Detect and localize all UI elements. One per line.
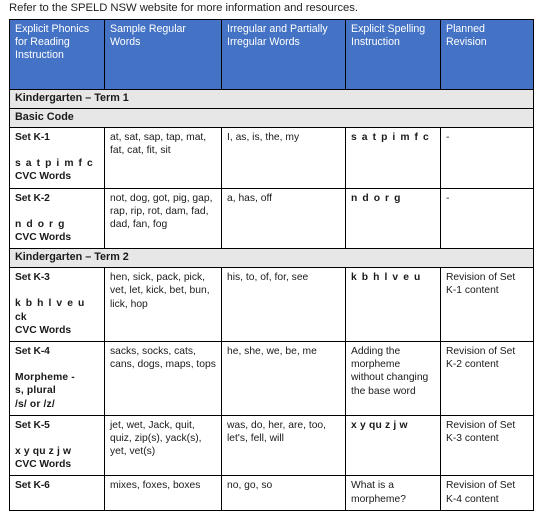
section-term-band: Kindergarten – Term 2 <box>9 248 534 269</box>
cell-explicit-spelling: n d o r g <box>345 187 441 250</box>
cell-explicit-spelling: x y qu z j w <box>345 414 441 477</box>
table-row: Set K-3 k b h l v e u ck CVC Words hen, sick… <box>9 267 534 343</box>
cell-sample-regular-words: sacks, socks, cats, cans, dogs, maps, to… <box>104 341 222 416</box>
column-header-planned-revision: Planned Revision <box>440 19 534 90</box>
section-code-band-label: Basic Code <box>9 108 534 128</box>
grapheme-list: s a t p i m f c <box>15 158 94 170</box>
cell-planned-revision: - <box>440 187 534 250</box>
cell-sample-regular-words: jet, wet, Jack, quit, quiz, zip(s), yack… <box>104 414 222 477</box>
phonics-scope-sequence-table: Explicit Phonics for Reading Instruction… <box>9 19 534 511</box>
intro-note: Refer to the SPELD NSW website for more … <box>9 2 358 14</box>
word-type-label: CVC Words <box>15 324 71 336</box>
set-label: Set K-1 <box>15 132 50 143</box>
explicit-spelling-text: Adding the morpheme without changing the… <box>351 346 429 397</box>
cell-explicit-spelling: s a t p i m f c <box>345 127 441 189</box>
word-type-label: CVC Words <box>15 232 71 244</box>
cell-sample-regular-words: hen, sick, pack, pick, vet, let, kick, b… <box>104 267 222 343</box>
cell-irregular-words: he, she, we, be, me <box>221 341 346 416</box>
page-root: Refer to the SPELD NSW website for more … <box>0 0 538 511</box>
cell-explicit-phonics: Set K-2 n d o r g CVC Words <box>9 187 105 250</box>
cell-explicit-phonics: Set K-4 Morpheme - s, plural/s/ or /z/ <box>9 341 105 416</box>
cell-planned-revision: Revision of Set K-2 content <box>440 341 534 416</box>
table-row: Set K-6 mixes, foxes, boxes no, go, so What… <box>9 475 534 511</box>
set-label: Set K-5 <box>15 419 50 431</box>
grapheme-sub-line: /s/ or /z/ <box>15 398 55 410</box>
cell-explicit-spelling: k b h l v e u <box>345 267 441 343</box>
table-row: Set K-2 n d o r g CVC Words not, dog, got, … <box>9 187 534 250</box>
cell-irregular-words: a, has, off <box>221 187 346 250</box>
cell-planned-revision: - <box>440 127 534 189</box>
section-term-band-label: Kindergarten – Term 2 <box>9 248 534 269</box>
grapheme-list: n d o r g <box>15 218 66 230</box>
grapheme-list: k b h l v e u <box>15 298 86 310</box>
section-term-band: Kindergarten – Term 1 <box>9 89 534 109</box>
section-term-band-label: Kindergarten – Term 1 <box>9 89 534 109</box>
grapheme-sub-line: ck <box>15 311 27 323</box>
cell-explicit-phonics: Set K-3 k b h l v e u ck CVC Words <box>9 267 105 343</box>
cell-explicit-spelling: What is a morpheme? <box>345 475 441 511</box>
cell-irregular-words: no, go, so <box>221 475 346 511</box>
table-body: Kindergarten – Term 1 Basic Code Set K-1 s … <box>9 89 534 511</box>
section-code-band: Basic Code <box>9 108 534 128</box>
cell-planned-revision: Revision of Set K-3 content <box>440 414 534 477</box>
cell-explicit-phonics: Set K-1 s a t p i m f c CVC Words <box>9 127 105 189</box>
table-row: Set K-1 s a t p i m f c CVC Words at, sat, … <box>9 127 534 189</box>
cell-sample-regular-words: not, dog, got, pig, gap, rap, rip, rot, … <box>104 187 222 250</box>
cell-irregular-words: was, do, her, are, too, let's, fell, wil… <box>221 414 346 477</box>
cell-sample-regular-words: mixes, foxes, boxes <box>104 475 222 511</box>
header-row: Explicit Phonics for Reading Instruction… <box>9 19 534 90</box>
cell-irregular-words: his, to, of, for, see <box>221 267 346 343</box>
column-header-explicit-phonics: Explicit Phonics for Reading Instruction <box>9 19 105 90</box>
column-header-sample-regular-words: Sample Regular Words <box>104 19 222 90</box>
set-label: Set K-3 <box>15 272 50 284</box>
word-type-label: CVC Words <box>15 171 71 183</box>
set-label: Set K-4 <box>15 346 50 358</box>
cell-irregular-words: I, as, is, the, my <box>221 127 346 189</box>
set-label: Set K-6 <box>15 480 50 492</box>
explicit-spelling-text: What is a morpheme? <box>351 480 406 505</box>
grapheme-sub-line: s, plural <box>15 385 56 397</box>
cell-explicit-spelling: Adding the morpheme without changing the… <box>345 341 441 416</box>
grapheme-list: x y qu z j w <box>15 446 72 458</box>
cell-planned-revision: Revision of Set K-1 content <box>440 267 534 343</box>
grapheme-list: Morpheme - <box>15 372 75 384</box>
table-row: Set K-4 Morpheme - s, plural/s/ or /z/sack… <box>9 341 534 416</box>
cell-sample-regular-words: at, sat, sap, tap, mat, fat, cat, fit, s… <box>104 127 222 189</box>
cell-planned-revision: Revision of Set K-4 content <box>440 475 534 511</box>
table-header: Explicit Phonics for Reading Instruction… <box>9 19 534 90</box>
explicit-spelling-text: k b h l v e u <box>351 272 422 284</box>
explicit-spelling-text: n d o r g <box>351 192 402 204</box>
explicit-spelling-text: s a t p i m f c <box>351 132 430 143</box>
column-header-irregular-words: Irregular and Partially Irregular Words <box>221 19 346 90</box>
set-label: Set K-2 <box>15 192 50 204</box>
explicit-spelling-text: x y qu z j w <box>351 419 408 431</box>
cell-explicit-phonics: Set K-6 <box>9 475 105 511</box>
table-row: Set K-5 x y qu z j w CVC Words jet, wet, Ja… <box>9 414 534 477</box>
column-header-explicit-spelling: Explicit Spelling Instruction <box>345 19 441 90</box>
word-type-label: CVC Words <box>15 459 71 471</box>
cell-explicit-phonics: Set K-5 x y qu z j w CVC Words <box>9 414 105 477</box>
